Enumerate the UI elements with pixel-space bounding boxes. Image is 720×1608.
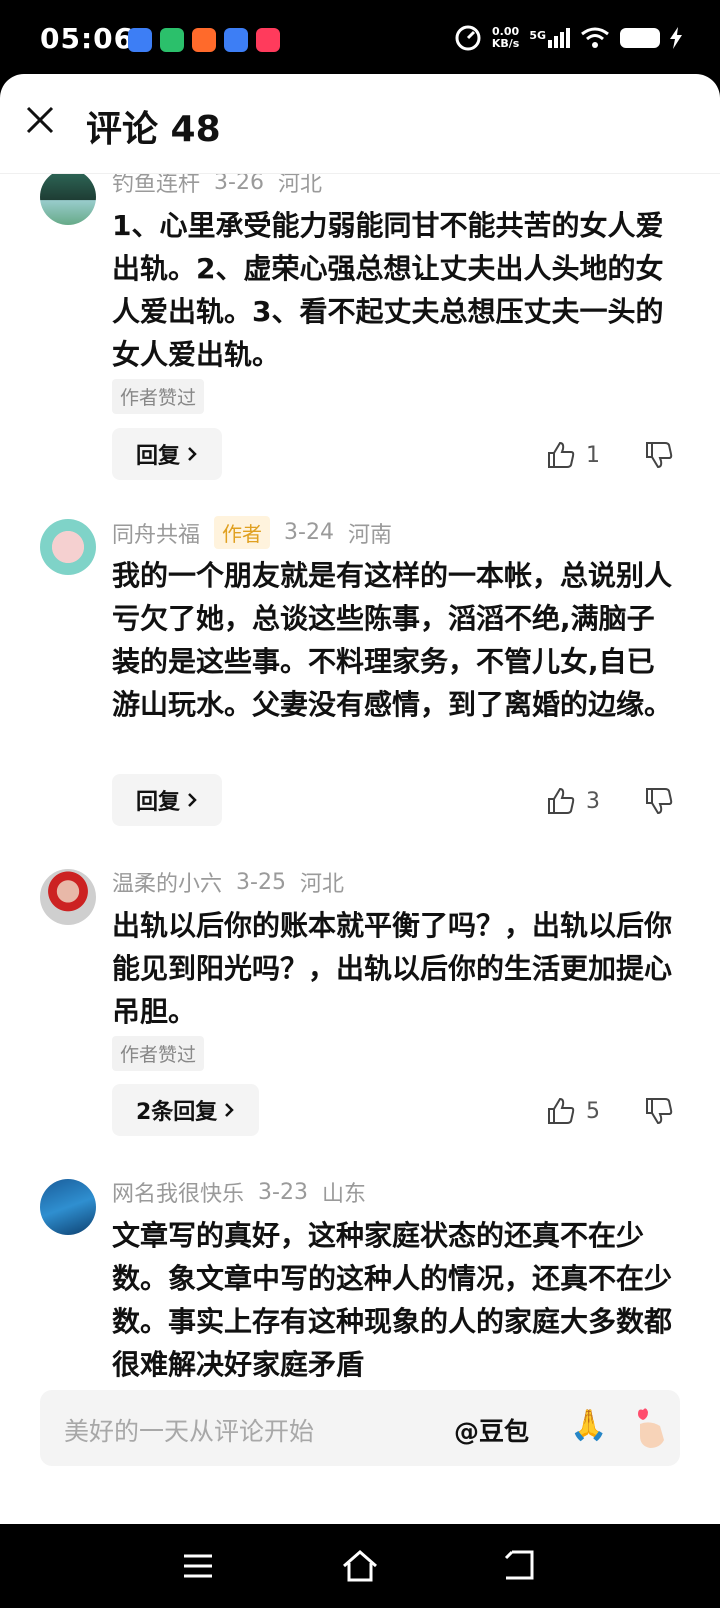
- reply-label: 回复: [136, 790, 181, 815]
- pray-emoji-button[interactable]: 🙏: [570, 1408, 607, 1443]
- thumbs-up-icon: [548, 1097, 575, 1124]
- close-button[interactable]: [22, 102, 58, 138]
- app-notification-icon: [256, 28, 280, 52]
- comment-text[interactable]: 我的一个朋友就是有这样的一本帐，总说别人亏欠了她，总谈这些陈事，滔滔不绝,满脑子…: [112, 554, 682, 726]
- status-bar: 05:06 0.00 KB/s 5G: [0, 0, 720, 74]
- sheet-header: 评论 48: [0, 74, 720, 174]
- avatar[interactable]: [40, 869, 96, 925]
- like-button[interactable]: 3: [546, 786, 600, 816]
- comment-meta: 同舟共福 作者 3-24 河南: [112, 516, 392, 549]
- home-icon[interactable]: [340, 1546, 380, 1586]
- comment-date: 3-24: [284, 520, 334, 545]
- username[interactable]: 网名我很快乐: [112, 1176, 244, 1208]
- dislike-button[interactable]: [644, 1096, 674, 1130]
- reply-button[interactable]: 回复: [112, 428, 223, 480]
- reply-button[interactable]: 回复: [112, 774, 223, 826]
- heart-hand-icon: [638, 1408, 664, 1448]
- comment-meta: 温柔的小六 3-25 河北: [112, 866, 344, 898]
- chevron-right-icon: [225, 1103, 235, 1117]
- notification-icons: [128, 28, 280, 52]
- comment-text[interactable]: 1、心里承受能力弱能同甘不能共苦的女人爱出轨。2、虚荣心强总想让丈夫出人头地的女…: [112, 204, 682, 376]
- comment-text[interactable]: 文章写的真好，这种家庭状态的还真不在少数。象文章中写的这种人的情况，还真不在少数…: [112, 1214, 682, 1386]
- close-icon: [26, 106, 54, 134]
- clock: 05:06: [40, 22, 135, 55]
- like-count: 1: [586, 442, 600, 468]
- comment-region: 山东: [321, 1182, 366, 1207]
- author-badge: 作者: [214, 516, 271, 549]
- system-nav-bar: [0, 1524, 720, 1608]
- like-count: 3: [586, 788, 600, 814]
- app-notification-icon: [224, 28, 248, 52]
- signal-icon: 5G: [529, 28, 570, 48]
- author-liked-tag: 作者赞过: [112, 379, 205, 414]
- comment-region: 河南: [347, 522, 392, 548]
- avatar[interactable]: [40, 1179, 96, 1235]
- reply-label: 回复: [136, 444, 181, 469]
- wechat-icon: [160, 28, 184, 52]
- avatar[interactable]: [40, 519, 96, 575]
- comment-region: 河北: [299, 872, 344, 897]
- back-icon[interactable]: [500, 1546, 540, 1586]
- thumbs-up-icon: [548, 441, 575, 468]
- thumbs-down-icon: [646, 442, 673, 469]
- username[interactable]: 同舟共福: [112, 517, 200, 549]
- charging-icon: [670, 27, 682, 49]
- battery-icon: [620, 28, 660, 48]
- chevron-right-icon: [188, 447, 197, 461]
- page-title: 评论 48: [86, 109, 221, 150]
- comment-input-bar[interactable]: 美好的一天从评论开始 @豆包 🙏: [40, 1390, 680, 1466]
- dislike-button[interactable]: [644, 440, 674, 474]
- heart-hand-emoji-button[interactable]: [630, 1406, 670, 1454]
- username[interactable]: 钓鱼连杆: [112, 174, 200, 198]
- thumbs-down-icon: [646, 1098, 673, 1125]
- like-button[interactable]: 1: [546, 440, 600, 470]
- comment-meta: 钓鱼连杆 3-26 河北: [112, 174, 322, 198]
- comment-meta: 网名我很快乐 3-23 山东: [112, 1176, 366, 1208]
- network-speed: 0.00 KB/s: [491, 25, 520, 50]
- comment-date: 3-25: [236, 869, 286, 895]
- username[interactable]: 温柔的小六: [112, 866, 222, 898]
- system-icons: 0.00 KB/s 5G: [454, 24, 682, 52]
- thumbs-down-icon: [646, 788, 673, 815]
- avatar[interactable]: [40, 174, 96, 225]
- comment-date: 3-23: [258, 1179, 308, 1205]
- reply-button[interactable]: 2条回复: [112, 1084, 260, 1136]
- comment-date: 3-26: [214, 174, 264, 195]
- speedometer-icon: [455, 25, 481, 51]
- chevron-right-icon: [188, 793, 197, 807]
- author-liked-tag: 作者赞过: [112, 1036, 205, 1071]
- comment-list[interactable]: 钓鱼连杆 3-26 河北 1、心里承受能力弱能同甘不能共苦的女人爱出轨。2、虚荣…: [0, 174, 720, 1494]
- mention-doubao-button[interactable]: @豆包: [454, 1412, 529, 1448]
- like-count: 5: [586, 1098, 600, 1124]
- comments-sheet: 评论 48 钓鱼连杆 3-26 河北 1、心里承受能力弱能同甘不能共苦的女人爱出…: [0, 74, 720, 1524]
- app-notification-icon: [128, 28, 152, 52]
- comment-region: 河北: [277, 174, 322, 197]
- menu-icon[interactable]: [178, 1546, 218, 1586]
- wifi-icon: [581, 27, 609, 48]
- like-button[interactable]: 5: [546, 1096, 600, 1126]
- thumbs-up-icon: [548, 787, 575, 814]
- dislike-button[interactable]: [644, 786, 674, 820]
- comment-input-placeholder[interactable]: 美好的一天从评论开始: [64, 1412, 314, 1448]
- app-notification-icon: [192, 28, 216, 52]
- reply-label: 2条回复: [136, 1100, 218, 1125]
- comment-text[interactable]: 出轨以后你的账本就平衡了吗？，出轨以后你能见到阳光吗？，出轨以后你的生活更加提心…: [112, 904, 682, 1033]
